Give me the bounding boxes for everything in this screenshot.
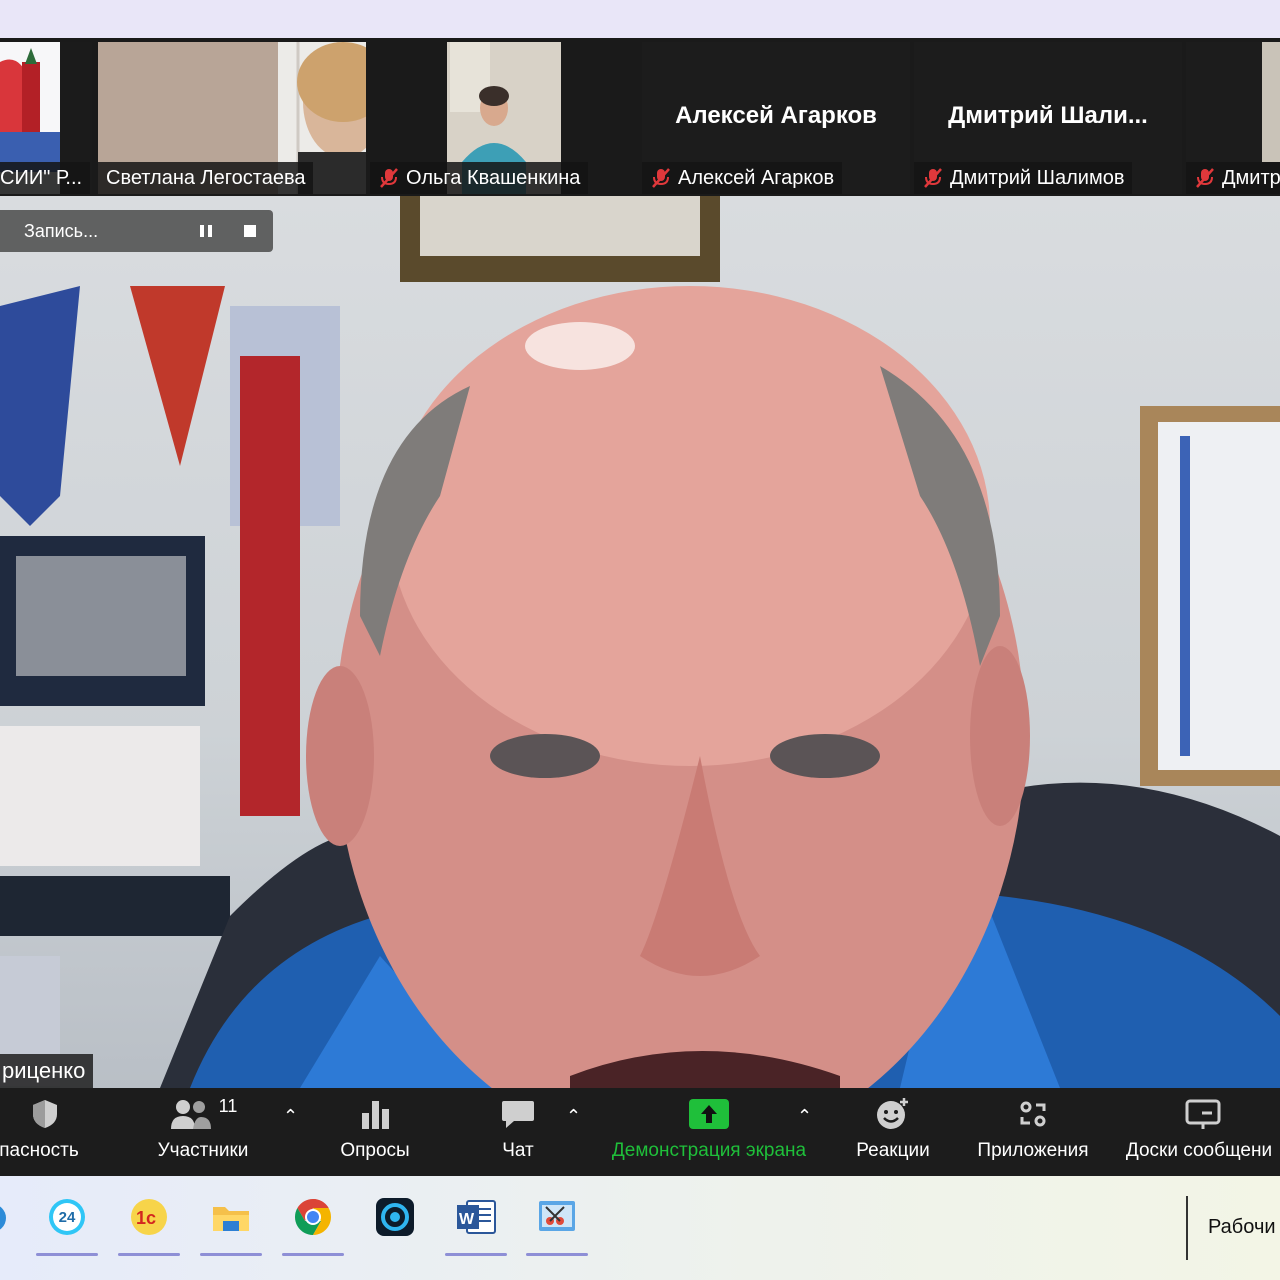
chat-button[interactable]: Чат [478, 1088, 558, 1176]
participant-display-name: Алексей Агарков [675, 102, 877, 129]
share-screen-button[interactable]: Демонстрация экрана [604, 1088, 814, 1176]
pause-icon [200, 225, 212, 237]
apps-button[interactable]: Приложения [968, 1088, 1098, 1176]
participants-button[interactable]: 11 Участники [148, 1088, 258, 1176]
participants-count: 11 [218, 1096, 238, 1116]
recording-label: Запись... [24, 220, 99, 241]
participants-menu-caret[interactable]: ⌃ [283, 1106, 298, 1127]
taskbar-app-snipping[interactable] [524, 1190, 590, 1256]
polls-button[interactable]: Опросы [330, 1088, 420, 1176]
taskbar-app-camera[interactable] [362, 1190, 428, 1244]
svg-text:1c: 1c [136, 1208, 156, 1228]
participant-tile[interactable]: Алексей Агарков Алексей Агарков [642, 42, 910, 194]
recording-bar: Запись... [0, 210, 273, 252]
participant-name: Алексей Агарков [642, 162, 843, 194]
chrome-icon [294, 1199, 332, 1235]
speaker-video-frame [0, 196, 1280, 1088]
participants-icon [170, 1100, 211, 1129]
meeting-toolbar: пасность 11 Участники ⌃ Опросы Чат ⌃ Дем… [0, 1088, 1280, 1176]
zoom-meeting-window: СИИ" Р... Светлана Легостаева Ольга Кваш… [0, 38, 1280, 1176]
1c-icon: 1c [131, 1199, 167, 1235]
bitrix-badge: 24 [58, 1208, 76, 1226]
mic-off-icon [380, 168, 398, 188]
taskbar-app-explorer[interactable] [198, 1190, 264, 1256]
apps-icon [1020, 1101, 1046, 1127]
taskbar-app-1c[interactable]: 1c [116, 1190, 182, 1256]
file-explorer-icon [213, 1207, 249, 1231]
participant-tile[interactable]: Дмитрий Шали... Дмитрий Шалимов [914, 42, 1182, 194]
whiteboards-button[interactable]: Доски сообщени [1118, 1088, 1280, 1176]
pause-recording-button[interactable] [184, 210, 228, 252]
mic-off-icon [652, 168, 670, 188]
top-strip [0, 0, 1280, 38]
participant-name: Дмитр [1186, 162, 1280, 194]
participant-strip: СИИ" Р... Светлана Легостаева Ольга Кваш… [0, 42, 1280, 198]
reactions-icon [877, 1098, 908, 1129]
taskbar-app-bitrix24[interactable]: 24 [34, 1190, 100, 1256]
shield-icon [33, 1100, 57, 1128]
svg-text:W: W [459, 1211, 475, 1228]
windows-taskbar: 24 1c W Рабочи [0, 1176, 1280, 1280]
mic-off-icon [1196, 168, 1214, 188]
participant-tile[interactable]: Ольга Квашенкина [370, 42, 638, 194]
taskbar-app-word[interactable]: W [443, 1190, 509, 1256]
participant-display-name: Дмитрий Шали... [948, 102, 1148, 129]
share-screen-icon [689, 1099, 729, 1129]
camera-app-icon [376, 1198, 414, 1236]
participant-tile[interactable]: Светлана Легостаева [98, 42, 366, 194]
word-icon: W [457, 1200, 496, 1234]
desktop-toolbar-label[interactable]: Рабочи [1208, 1216, 1276, 1239]
taskbar-app-chrome[interactable] [280, 1190, 346, 1256]
taskbar-separator [1186, 1196, 1188, 1260]
participant-tile[interactable]: СИИ" Р... [0, 42, 92, 194]
active-speaker-video: Запись... риценко [0, 196, 1280, 1088]
share-menu-caret[interactable]: ⌃ [797, 1106, 812, 1127]
polls-icon [362, 1101, 389, 1129]
reactions-button[interactable]: Реакции [848, 1088, 938, 1176]
participant-name: СИИ" Р... [0, 162, 91, 194]
speaker-name-tag: риценко [0, 1054, 94, 1088]
mic-off-icon [924, 168, 942, 188]
security-button[interactable]: пасность [0, 1088, 90, 1176]
stop-icon [244, 225, 256, 237]
participant-name: Светлана Легостаева [98, 162, 314, 194]
chat-icon [502, 1101, 534, 1128]
participant-name: Дмитрий Шалимов [914, 162, 1133, 194]
participant-tile[interactable]: Дмитр [1186, 42, 1280, 194]
whiteboard-icon [1185, 1099, 1221, 1129]
stop-recording-button[interactable] [228, 210, 272, 252]
partial-app-icon [0, 1206, 6, 1230]
participant-name: Ольга Квашенкина [370, 162, 589, 194]
snipping-tool-icon [539, 1201, 575, 1231]
chat-menu-caret[interactable]: ⌃ [566, 1106, 581, 1127]
